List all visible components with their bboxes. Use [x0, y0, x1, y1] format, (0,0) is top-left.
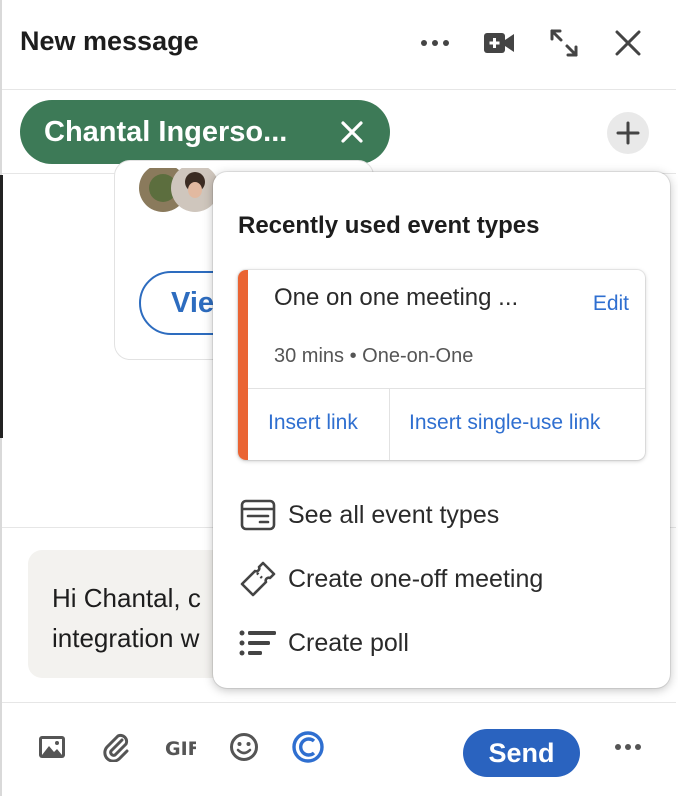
video-camera-icon[interactable]	[482, 26, 516, 60]
gif-icon[interactable]: GIF	[162, 729, 198, 765]
expand-icon[interactable]	[547, 26, 581, 60]
image-icon[interactable]	[34, 729, 70, 765]
create-one-off-meeting-item[interactable]: Create one-off meeting	[238, 557, 648, 601]
event-name: One on one meeting ...	[274, 284, 519, 311]
item-label: Create one-off meeting	[288, 564, 544, 593]
ellipsis-icon[interactable]	[418, 26, 452, 60]
message-footer: GIF Send	[2, 702, 676, 796]
event-meta: 30 mins • One-on-One	[274, 345, 474, 367]
remove-recipient-icon[interactable]	[334, 114, 370, 150]
see-all-event-types-item[interactable]: See all event types	[238, 493, 648, 537]
insert-single-use-link-button[interactable]: Insert single-use link	[409, 411, 600, 435]
divider	[248, 388, 645, 389]
thread-edge	[0, 175, 3, 438]
event-type-card: One on one meeting ... Edit 30 mins • On…	[238, 270, 645, 460]
popover-title: Recently used event types	[238, 212, 540, 239]
event-types-popover: Recently used event types One on one mee…	[213, 172, 670, 688]
ticket-icon	[238, 559, 278, 599]
item-label: Create poll	[288, 628, 409, 657]
calendly-icon[interactable]	[290, 729, 326, 765]
svg-text:GIF: GIF	[165, 738, 196, 757]
event-types-icon	[238, 495, 278, 535]
insert-link-button[interactable]: Insert link	[268, 411, 358, 435]
emoji-icon[interactable]	[226, 729, 262, 765]
close-icon[interactable]	[611, 26, 645, 60]
page-title: New message	[20, 26, 199, 56]
poll-icon	[238, 623, 278, 663]
message-header: New message	[2, 0, 676, 90]
create-poll-item[interactable]: Create poll	[238, 621, 648, 665]
ellipsis-icon[interactable]	[610, 729, 646, 765]
edit-event-link[interactable]: Edit	[593, 292, 629, 316]
avatar	[139, 164, 219, 212]
divider	[389, 388, 390, 460]
attachment-icon[interactable]	[98, 729, 134, 765]
message-window: New message Chantal Ingerso... Vie Hi Ch…	[0, 0, 678, 796]
item-label: See all event types	[288, 500, 500, 529]
recipient-chip-label: Chantal Ingerso...	[44, 115, 288, 148]
recipient-chip[interactable]: Chantal Ingerso...	[20, 100, 390, 164]
plus-icon[interactable]	[607, 112, 649, 154]
send-button[interactable]: Send	[463, 729, 580, 777]
event-accent-bar	[238, 270, 248, 460]
